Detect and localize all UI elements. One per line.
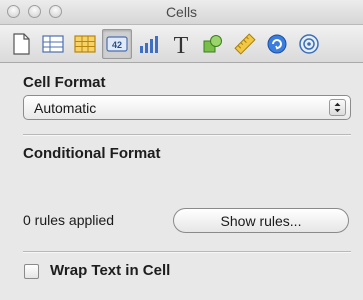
cell-format-popup[interactable]: Automatic [23,95,351,120]
link-icon [267,34,287,53]
section-divider [23,134,351,136]
cells-inspector-button[interactable]: 42 [102,28,132,59]
text-tool-label: T [174,33,189,57]
wrap-text-label[interactable]: Wrap Text in Cell [50,262,170,279]
grid-inspector-button[interactable] [70,29,100,59]
metrics-inspector-button[interactable] [230,29,260,59]
chart-inspector-button[interactable] [134,29,164,59]
shapes-inspector-button[interactable] [198,29,228,59]
section-divider [23,251,351,253]
text-inspector-button[interactable]: T [166,29,196,59]
cell-format-value: Automatic [34,99,97,116]
cell-format-label: 42 [112,40,122,50]
grid-icon [74,34,96,53]
title-bar: Cells [0,0,363,25]
rules-applied-status: 0 rules applied [23,212,115,228]
conditional-format-heading: Conditional Format [23,145,161,162]
bar-chart-icon [140,35,158,53]
popup-arrows-icon [329,99,346,116]
cell-format-icon: 42 [106,35,128,52]
wrap-text-checkbox[interactable] [24,264,39,279]
inspector-toolbar: 42 T [0,25,363,63]
table-icon [42,34,64,53]
show-rules-button[interactable]: Show rules... [173,208,349,233]
document-icon [13,32,30,55]
spiral-icon [299,33,319,54]
table-inspector-button[interactable] [38,29,68,59]
quicktime-inspector-button[interactable] [294,29,324,59]
link-inspector-button[interactable] [262,29,292,59]
text-icon: T [174,33,189,57]
cell-format-heading: Cell Format [23,74,106,91]
cells-inspector-panel: Cell Format Automatic Conditional Format… [0,64,363,300]
shapes-icon [203,34,222,52]
ruler-icon [234,32,256,55]
document-inspector-button[interactable] [6,29,36,59]
window-title: Cells [165,4,198,20]
